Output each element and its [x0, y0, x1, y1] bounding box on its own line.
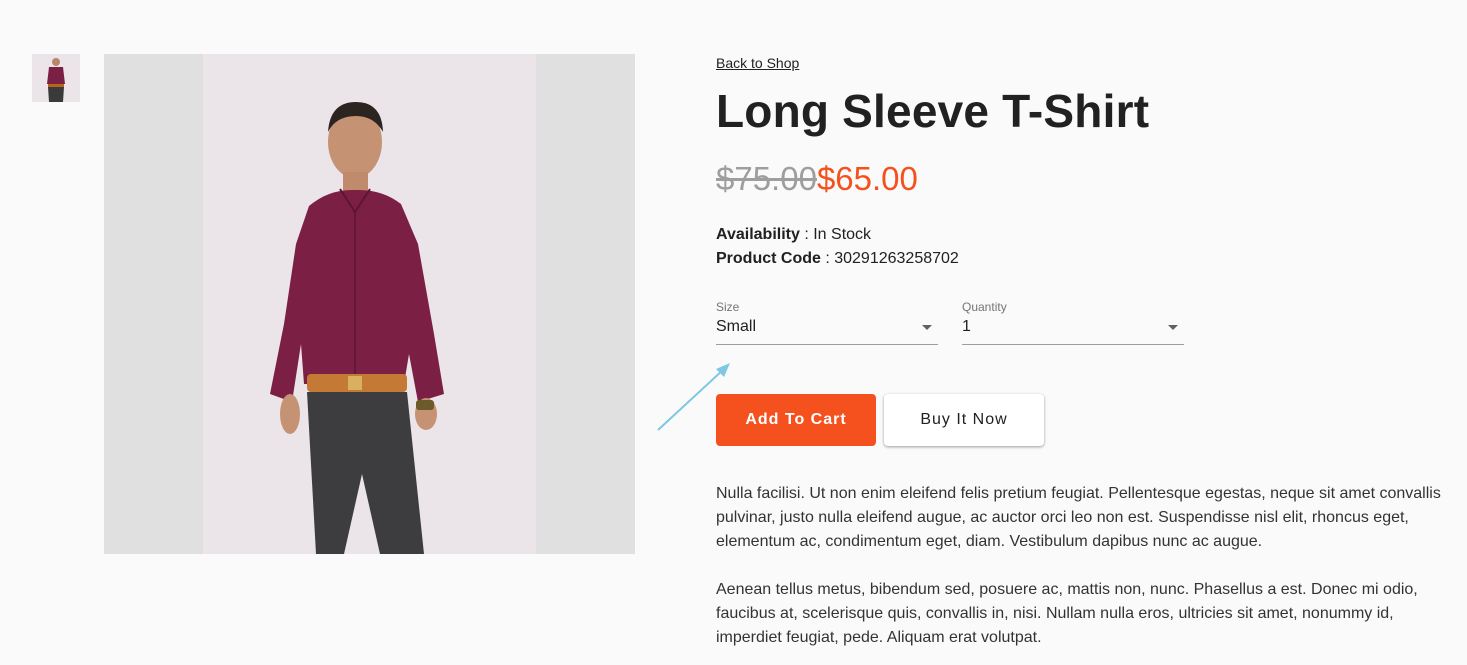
- size-label: Size: [716, 300, 740, 314]
- size-value: Small: [716, 318, 757, 335]
- old-price: $75.00: [716, 160, 817, 197]
- add-to-cart-button[interactable]: Add To Cart: [716, 394, 876, 446]
- availability-label: Availability: [716, 226, 800, 243]
- back-to-shop-link[interactable]: Back to Shop: [716, 55, 799, 71]
- product-code-value: : 30291263258702: [820, 250, 959, 267]
- description-paragraph-2: Aenean tellus metus, bibendum sed, posue…: [716, 581, 1418, 646]
- thumbnail-image: [32, 54, 80, 102]
- product-code-row: Product Code : 30291263258702: [716, 250, 959, 268]
- size-select[interactable]: Size Small: [716, 298, 938, 345]
- product-title: Long Sleeve T-Shirt: [716, 85, 1150, 137]
- chevron-down-icon: [922, 325, 932, 330]
- description-paragraph-1: Nulla facilisi. Ut non enim eleifend fel…: [716, 485, 1441, 550]
- main-product-image: [104, 54, 635, 554]
- model-photo: [270, 102, 444, 554]
- availability-row: Availability : In Stock: [716, 226, 871, 244]
- quantity-select[interactable]: Quantity 1: [962, 298, 1184, 345]
- sale-price: $65.00: [816, 160, 918, 197]
- quantity-label: Quantity: [962, 300, 1007, 314]
- price-row: $75.00$65.00: [716, 160, 918, 198]
- quantity-value: 1: [962, 318, 971, 335]
- availability-value: : In Stock: [799, 226, 872, 243]
- chevron-down-icon: [1168, 325, 1178, 330]
- buy-it-now-button[interactable]: Buy It Now: [884, 394, 1044, 446]
- product-code-label: Product Code: [716, 250, 821, 267]
- product-thumbnail[interactable]: [32, 54, 80, 102]
